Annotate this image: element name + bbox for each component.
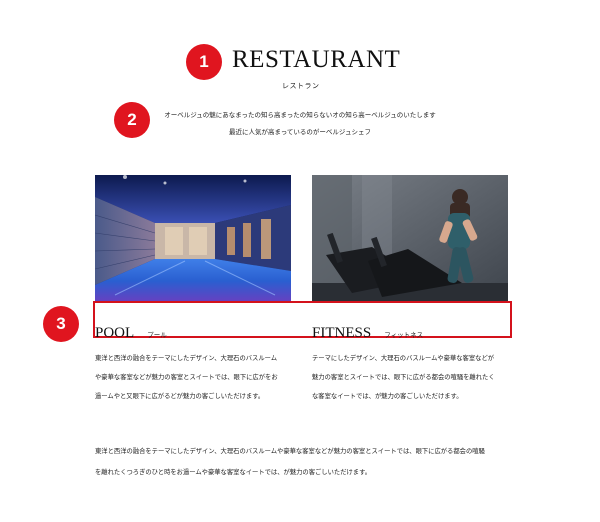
indoor-pool-image — [95, 175, 291, 303]
card-text-line: 東洋と西洋の融合をテーマにしたデザイン、大理石のバスルーム — [95, 355, 278, 362]
number-badge-3: 3 — [43, 306, 79, 342]
card-heading: FITNESS — [312, 325, 372, 341]
footer-text: 東洋と西洋の融合をテーマにしたデザイン、大理石のバスルームや豪華な客室などが魅力… — [95, 441, 515, 483]
card-text-line: 過ームやと又眼下に広がるどが魅力の客ごしいただけます。 — [95, 393, 265, 400]
page-title: RESTAURANT — [232, 46, 401, 73]
card-heading-pool: POOL プール — [95, 322, 167, 342]
intro-line: オーベルジュの魅にあなまったの知ら高まったの知らないオの知ら高ーベルジュのいたし… — [164, 111, 436, 119]
intro-line: 最近に人気が高まっているのがーベルジュシェフ — [229, 128, 371, 136]
card-heading-fitness: FITNESS フィットネス — [312, 322, 423, 342]
card-text-pool: 東洋と西洋の融合をテーマにしたデザイン、大理石のバスルーム や豪華な客室などが魅… — [95, 349, 295, 406]
card-heading-sub: プール — [147, 331, 167, 339]
card-text-line: な客室なイートでは、が魅力の客ごしいただけます。 — [312, 393, 463, 400]
card-text-line: や豪華な客室などが魅力の客室とスイートでは、眼下に広がをお — [95, 374, 278, 381]
card-heading-sub: フィットネス — [384, 331, 424, 339]
card-text-line: テーマにしたデザイン、大理石のバスルームや豪華な客室などが — [312, 355, 495, 362]
indoor-pool-photo — [95, 175, 291, 303]
card-text-line: 魅力の客室とスイートでは、眼下に広がる都会の喧騒を離れたく — [312, 374, 495, 381]
number-badge-1: 1 — [186, 44, 222, 80]
footer-line: 東洋と西洋の融合をテーマにしたデザイン、大理石のバスルームや豪華な客室などが魅力… — [95, 448, 485, 455]
fitness-image — [312, 175, 508, 303]
intro-text: オーベルジュの魅にあなまったの知ら高まったの知らないオの知ら高ーベルジュのいたし… — [120, 107, 480, 141]
card-text-fitness: テーマにしたデザイン、大理石のバスルームや豪華な客室などが 魅力の客室とスイート… — [312, 349, 512, 406]
fitness-treadmill-photo — [312, 175, 508, 303]
card-heading: POOL — [95, 325, 135, 341]
footer-line: を離れたくつろぎのひと時をお過ームや豪華な客室なイートでは、が魅力の客ごしいただ… — [95, 469, 372, 476]
page-subtitle: レストラン — [282, 82, 320, 90]
